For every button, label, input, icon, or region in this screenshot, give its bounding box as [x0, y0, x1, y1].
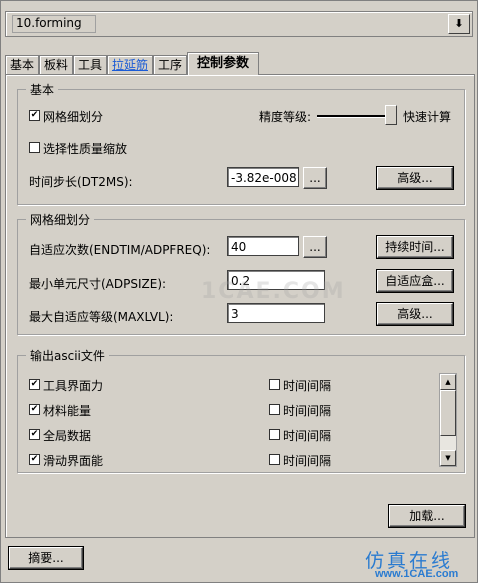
material-energy-label: 材料能量 — [43, 404, 92, 418]
summary-button[interactable]: 摘要... — [8, 546, 84, 570]
mesh-refine-label: 网格细划分 — [43, 110, 104, 124]
scroll-thumb[interactable] — [440, 390, 456, 436]
adapt-count-input[interactable]: 40 — [227, 236, 299, 256]
interval-label: 时间间隔 — [283, 454, 332, 468]
fast-calc-label: 快速计算 — [403, 110, 452, 124]
dialog-window: 10.forming ⬇ 基本 板料 工具 拉延筋 工序 控制参数 基本 ✔ 网… — [0, 0, 478, 583]
brand-url: www.1CAE.com — [375, 568, 459, 580]
load-button[interactable]: 加载... — [388, 504, 466, 528]
file-combo-value: 10.forming — [16, 16, 82, 30]
mesh-group-title: 网格细划分 — [26, 211, 95, 228]
scroll-up-icon[interactable]: ▲ — [440, 374, 456, 390]
interval-checkbox[interactable] — [269, 429, 280, 440]
tool-interface-force-checkbox[interactable]: ✔ — [29, 379, 40, 390]
sliding-interface-energy-label: 滑动界面能 — [43, 454, 104, 468]
mesh-refine-checkbox[interactable]: ✔ — [29, 110, 40, 121]
interval-checkbox[interactable] — [269, 379, 280, 390]
ascii-group-title: 输出ascii文件 — [26, 347, 109, 364]
accuracy-label: 精度等级: — [259, 110, 312, 124]
tool-interface-force-label: 工具界面力 — [43, 379, 104, 393]
duration-button[interactable]: 持续时间... — [376, 235, 454, 259]
interval-checkbox[interactable] — [269, 404, 280, 415]
basic-group-title: 基本 — [26, 81, 59, 98]
adapt-count-label: 自适应次数(ENDTIM/ADPFREQ): — [29, 243, 211, 257]
adapt-box-button[interactable]: 自适应盒... — [376, 269, 454, 293]
tab-process[interactable]: 工序 — [153, 55, 187, 74]
dropdown-arrow-icon[interactable]: ⬇ — [448, 14, 470, 34]
timestep-label: 时间步长(DT2MS): — [29, 175, 133, 189]
ascii-list-scrollbar[interactable]: ▲ ▼ — [439, 373, 457, 467]
max-level-label: 最大自适应等级(MAXLVL): — [29, 310, 174, 324]
global-data-label: 全局数据 — [43, 429, 92, 443]
accuracy-slider-thumb[interactable] — [385, 105, 397, 125]
tab-control-params[interactable]: 控制参数 — [187, 52, 259, 75]
tab-tools[interactable]: 工具 — [73, 55, 107, 74]
basic-advanced-button[interactable]: 高级... — [376, 166, 454, 190]
tab-drawbead[interactable]: 拉延筋 — [107, 55, 153, 74]
interval-checkbox[interactable] — [269, 454, 280, 465]
global-data-checkbox[interactable]: ✔ — [29, 429, 40, 440]
max-level-input[interactable]: 3 — [227, 303, 325, 323]
min-size-label: 最小单元尺寸(ADPSIZE): — [29, 277, 167, 291]
timestep-input[interactable]: -3.82e-008 — [227, 167, 299, 187]
selective-mass-scale-checkbox[interactable] — [29, 142, 40, 153]
watermark: 1CAE.COM — [201, 279, 346, 304]
mesh-advanced-button[interactable]: 高级... — [376, 302, 454, 326]
interval-label: 时间间隔 — [283, 429, 332, 443]
timestep-ellipsis-button[interactable]: ... — [303, 167, 327, 189]
tab-basic[interactable]: 基本 — [5, 55, 39, 74]
interval-label: 时间间隔 — [283, 379, 332, 393]
file-combo[interactable]: 10.forming ⬇ — [5, 11, 473, 37]
adapt-count-ellipsis-button[interactable]: ... — [303, 236, 327, 258]
selective-mass-scale-label: 选择性质量缩放 — [43, 142, 128, 156]
scroll-down-icon[interactable]: ▼ — [440, 450, 456, 466]
sliding-interface-energy-checkbox[interactable]: ✔ — [29, 454, 40, 465]
material-energy-checkbox[interactable]: ✔ — [29, 404, 40, 415]
tab-blank[interactable]: 板料 — [39, 55, 73, 74]
interval-label: 时间间隔 — [283, 404, 332, 418]
